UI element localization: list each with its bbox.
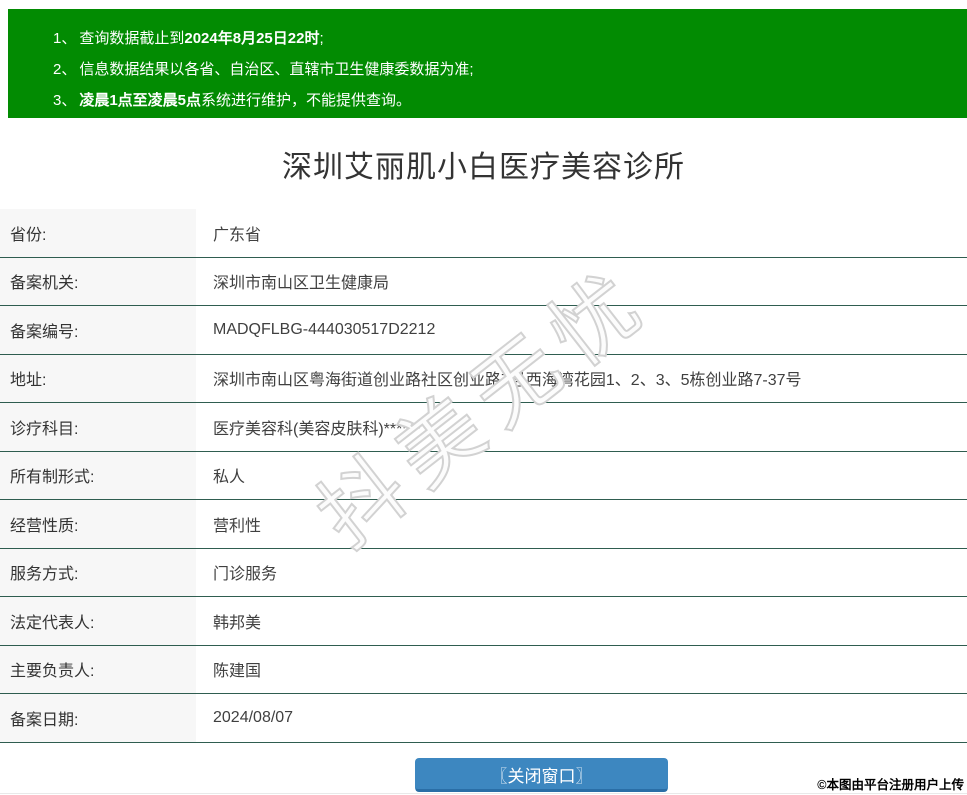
row-value: 深圳市南山区粤海街道创业路社区创业路7号西海湾花园1、2、3、5栋创业路7-37…: [213, 372, 802, 390]
row-label: 服务方式:: [0, 548, 196, 596]
table-row-principal: 主要负责人: 陈建国: [0, 645, 967, 694]
row-value: 2024/08/07: [213, 708, 294, 726]
row-label: 省份:: [0, 209, 196, 257]
row-value: 韩邦美: [213, 614, 262, 632]
notice-text: 信息数据结果以各省、自治区、直辖市卫生健康委数据为准;: [79, 61, 474, 78]
notice-text: 查询数据截止到: [79, 30, 185, 47]
row-value: 深圳市南山区卫生健康局: [213, 275, 390, 293]
table-row-province: 省份: 广东省: [0, 209, 967, 258]
row-value: 广东省: [213, 226, 262, 244]
row-value: 营利性: [213, 517, 262, 535]
title-container: 深圳艾丽肌小白医疗美容诊所: [0, 118, 967, 209]
row-value: 医疗美容科(美容皮肤科)******: [213, 420, 422, 438]
notice-number: 1、: [53, 30, 77, 47]
notice-line-2: 2、 信息数据结果以各省、自治区、直辖市卫生健康委数据为准;: [53, 54, 957, 85]
row-label: 地址:: [0, 354, 196, 402]
row-value: MADQFLBG-444030517D2212: [213, 320, 436, 338]
table-row-address: 地址: 深圳市南山区粤海街道创业路社区创业路7号西海湾花园1、2、3、5栋创业路…: [0, 354, 967, 403]
notice-line-3: 3、 凌晨1点至凌晨5点系统进行维护，不能提供查询。: [53, 85, 957, 116]
clinic-info-table: 省份: 广东省 备案机关: 深圳市南山区卫生健康局 备案编号: MADQFLBG…: [0, 209, 967, 743]
row-label: 备案日期:: [0, 694, 196, 742]
row-label: 所有制形式:: [0, 451, 196, 499]
notice-text: 系统进行维护，不能提供查询。: [201, 92, 412, 109]
row-label: 主要负责人:: [0, 645, 196, 693]
row-label: 法定代表人:: [0, 597, 196, 645]
notice-number: 2、: [53, 61, 77, 78]
notice-banner: 1、 查询数据截止到2024年8月25日22时; 2、 信息数据结果以各省、自治区、…: [8, 9, 967, 118]
row-value: 门诊服务: [213, 566, 278, 584]
row-label: 备案编号:: [0, 306, 196, 354]
table-row-ownership: 所有制形式: 私人: [0, 451, 967, 500]
table-row-departments: 诊疗科目: 医疗美容科(美容皮肤科)******: [0, 403, 967, 452]
row-label: 经营性质:: [0, 500, 196, 548]
row-label: 备案机关:: [0, 257, 196, 305]
row-value: 私人: [213, 469, 246, 487]
notice-text-bold: 凌晨1点至凌晨5点: [79, 92, 202, 109]
table-row-filing-number: 备案编号: MADQFLBG-444030517D2212: [0, 306, 967, 355]
row-label: 诊疗科目:: [0, 403, 196, 451]
notice-text-bold: 2024年8月25日22时: [184, 30, 320, 47]
table-row-legal-representative: 法定代表人: 韩邦美: [0, 597, 967, 646]
row-value: 陈建国: [213, 663, 262, 681]
notice-text: ;: [319, 30, 324, 47]
table-row-business-nature: 经营性质: 营利性: [0, 500, 967, 549]
table-row-service-mode: 服务方式: 门诊服务: [0, 548, 967, 597]
close-window-button[interactable]: 〖关闭窗口〗: [415, 758, 668, 792]
page-bottom-divider: [0, 793, 967, 794]
table-row-filing-authority: 备案机关: 深圳市南山区卫生健康局: [0, 257, 967, 306]
notice-line-1: 1、 查询数据截止到2024年8月25日22时;: [53, 23, 957, 54]
page-title: 深圳艾丽肌小白医疗美容诊所: [282, 150, 685, 184]
notice-number: 3、: [53, 92, 77, 109]
table-row-filing-date: 备案日期: 2024/08/07: [0, 694, 967, 743]
uploader-credit-watermark: ©本图由平台注册用户上传: [817, 778, 964, 792]
